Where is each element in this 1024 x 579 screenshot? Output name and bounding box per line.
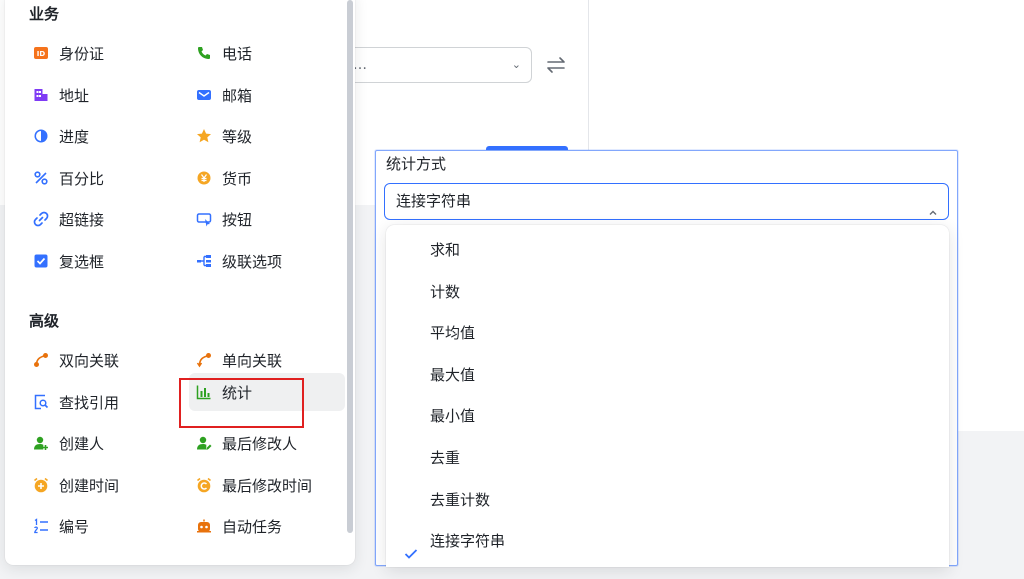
option-sum[interactable]: 求和 (386, 230, 949, 271)
option-concat-string[interactable]: 连接字符串 (386, 521, 949, 562)
field-item-creator[interactable]: 创建人 (29, 425, 179, 461)
option-min[interactable]: 最小值 (386, 396, 949, 437)
automation-icon (196, 518, 212, 534)
chevron-up-icon (928, 196, 938, 215)
field-item-mail[interactable]: 邮箱 (192, 77, 342, 113)
option-label: 求和 (430, 241, 461, 259)
created-time-icon (33, 477, 49, 493)
field-item-two-way-link[interactable]: 双向关联 (29, 342, 179, 378)
link-icon (33, 211, 49, 227)
option-label: 最小值 (430, 407, 476, 425)
field-item-label: 编号 (59, 517, 90, 536)
lookup-icon (33, 394, 49, 410)
field-item-numbering[interactable]: 编号 (29, 508, 179, 544)
field-item-label: 最后修改时间 (222, 476, 313, 495)
field-item-label: 邮箱 (222, 86, 253, 105)
field-item-label: 地址 (59, 86, 90, 105)
field-item-link[interactable]: 超链接 (29, 201, 179, 237)
mail-icon (196, 87, 212, 103)
background-select-value: … (353, 57, 367, 73)
option-label: 连接字符串 (430, 532, 506, 550)
star-icon (196, 128, 212, 144)
field-item-phone[interactable]: 电话 (192, 35, 342, 71)
numbering-icon (33, 518, 49, 534)
button-icon (196, 211, 212, 227)
highlight-box (179, 378, 304, 428)
option-max[interactable]: 最大值 (386, 355, 949, 396)
address-icon (33, 87, 49, 103)
field-item-percent[interactable]: 百分比 (29, 160, 179, 196)
field-item-label: 单向关联 (222, 351, 283, 370)
field-item-label: 创建时间 (59, 476, 120, 495)
option-count[interactable]: 计数 (386, 272, 949, 313)
field-item-label: 最后修改人 (222, 434, 298, 453)
field-item-label: 自动任务 (222, 517, 283, 536)
option-label: 最大值 (430, 366, 476, 384)
option-label: 平均值 (430, 324, 476, 342)
field-item-modified-time[interactable]: 最后修改时间 (192, 467, 342, 503)
field-item-label: 身份证 (59, 44, 105, 63)
field-item-label: 查找引用 (59, 393, 120, 412)
statistics-method-dropdown: 求和 计数 平均值 最大值 最小值 去重 去重计数 连接字符串 (386, 225, 949, 567)
swap-icon[interactable] (545, 56, 567, 74)
field-item-checkbox[interactable]: 复选框 (29, 243, 179, 279)
field-type-panel: 业务 ID 身份证 电话 地址 邮箱 进度 等级 百分比 货币 超链接 按钮 复… (5, 0, 355, 565)
field-item-label: 创建人 (59, 434, 105, 453)
field-item-automation[interactable]: 自动任务 (192, 508, 342, 544)
field-item-rating[interactable]: 等级 (192, 118, 342, 154)
field-item-cascade[interactable]: 级联选项 (192, 243, 342, 279)
option-label: 去重计数 (430, 491, 491, 509)
field-item-label: 货币 (222, 169, 253, 188)
two-way-link-icon (33, 352, 49, 368)
creator-icon (33, 435, 49, 451)
scrollbar[interactable] (347, 0, 353, 533)
field-item-label: 百分比 (59, 169, 105, 188)
field-item-created-time[interactable]: 创建时间 (29, 467, 179, 503)
cascade-icon (196, 253, 212, 269)
field-item-label: 进度 (59, 127, 90, 146)
option-distinct[interactable]: 去重 (386, 438, 949, 479)
field-item-lookup[interactable]: 查找引用 (29, 384, 179, 420)
section-title-business: 业务 (29, 5, 60, 23)
checkbox-icon (33, 253, 49, 269)
modified-time-icon (196, 477, 212, 493)
statistics-method-label: 统计方式 (386, 155, 447, 173)
currency-icon (196, 170, 212, 186)
field-item-button[interactable]: 按钮 (192, 201, 342, 237)
field-item-label: 双向关联 (59, 351, 120, 370)
check-icon (404, 535, 418, 559)
field-item-id-card[interactable]: ID 身份证 (29, 35, 179, 71)
id-card-icon: ID (33, 45, 49, 61)
field-item-label: 按钮 (222, 210, 253, 229)
option-average[interactable]: 平均值 (386, 313, 949, 354)
field-item-last-modifier[interactable]: 最后修改人 (192, 425, 342, 461)
progress-icon (33, 128, 49, 144)
option-label: 计数 (430, 283, 461, 301)
select-value: 连接字符串 (396, 192, 472, 210)
chevron-down-icon: ⌄ (511, 58, 521, 71)
statistics-method-select[interactable]: 连接字符串 (384, 183, 949, 220)
statistics-config-panel: 统计方式 连接字符串 求和 计数 平均值 最大值 最小值 去重 去重计数 连接字… (375, 150, 958, 567)
modifier-icon (196, 435, 212, 451)
one-way-link-icon (196, 352, 212, 368)
field-item-label: 电话 (222, 44, 253, 63)
field-item-currency[interactable]: 货币 (192, 160, 342, 196)
field-item-address[interactable]: 地址 (29, 77, 179, 113)
field-item-label: 等级 (222, 127, 253, 146)
field-item-label: 复选框 (59, 252, 105, 271)
field-item-label: 超链接 (59, 210, 105, 229)
section-title-advanced: 高级 (29, 312, 60, 330)
phone-icon (196, 45, 212, 61)
option-label: 去重 (430, 449, 461, 467)
option-distinct-count[interactable]: 去重计数 (386, 480, 949, 521)
field-item-progress[interactable]: 进度 (29, 118, 179, 154)
percent-icon (33, 170, 49, 186)
svg-text:ID: ID (37, 50, 46, 58)
field-item-label: 级联选项 (222, 252, 283, 271)
